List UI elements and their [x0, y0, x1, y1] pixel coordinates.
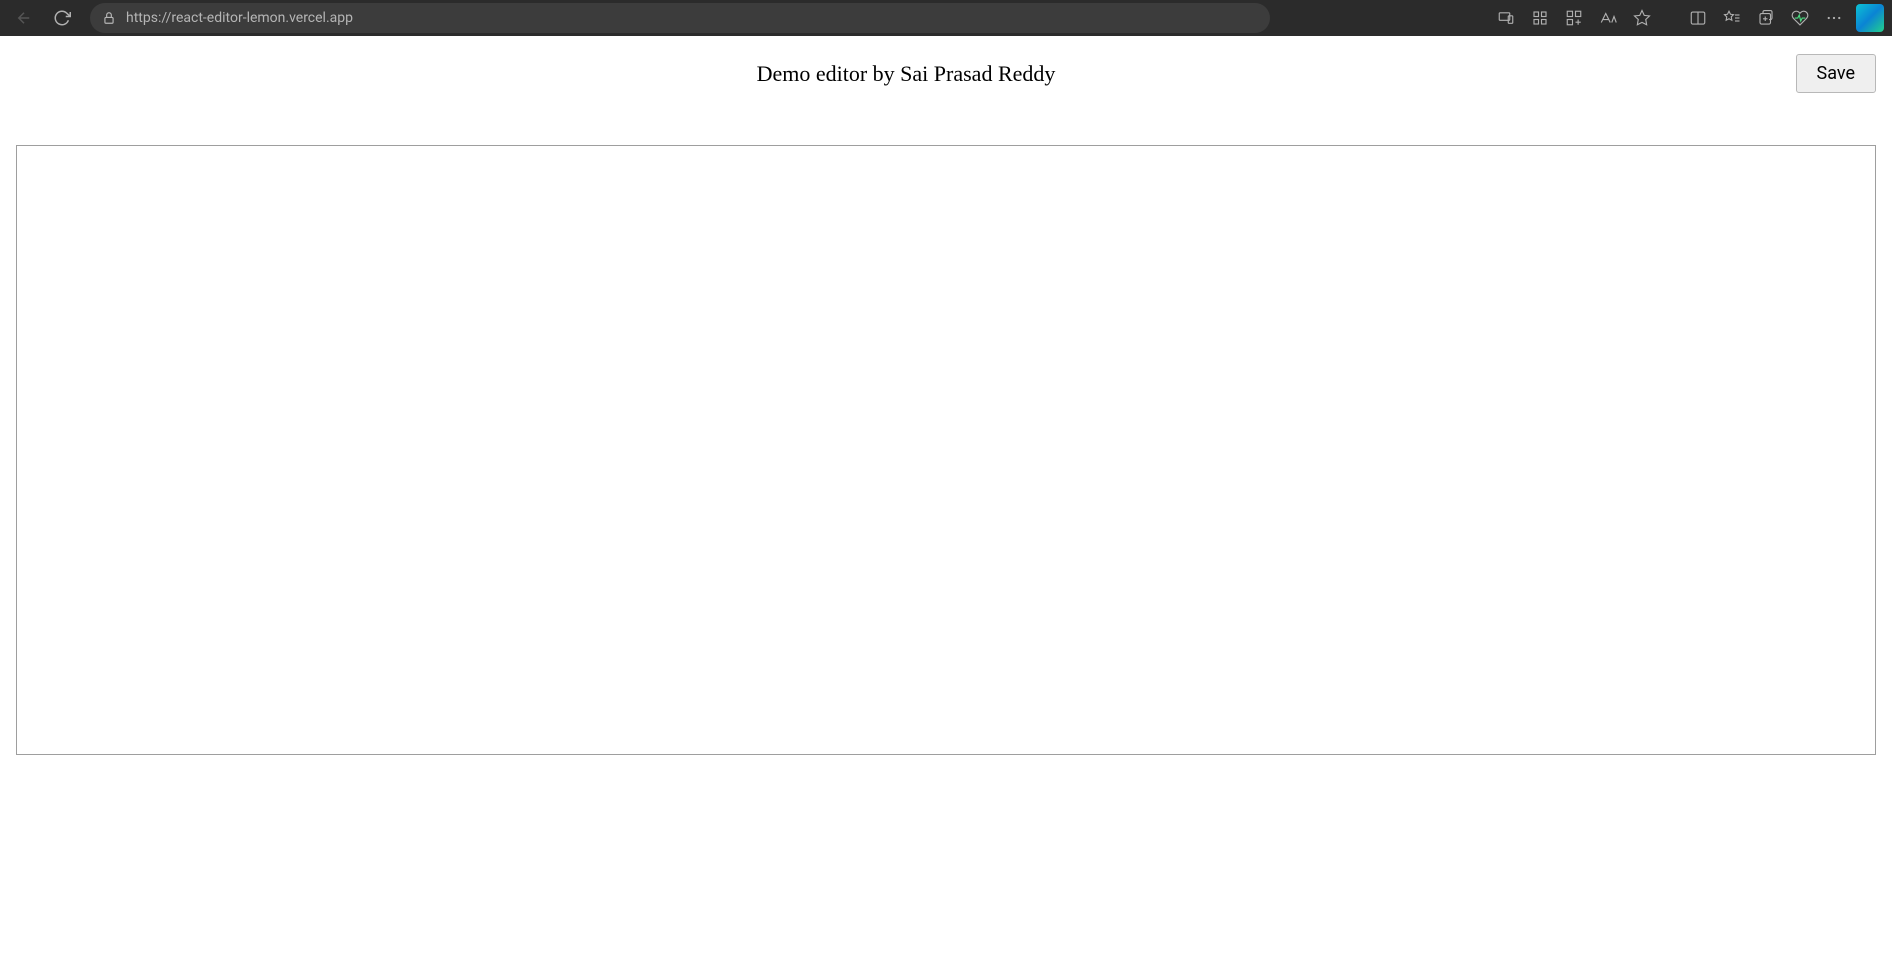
heartbeat-icon: [1791, 9, 1809, 27]
refresh-icon: [53, 9, 71, 27]
extensions-button[interactable]: [1558, 2, 1590, 34]
collections-button[interactable]: [1750, 2, 1782, 34]
edge-sidebar-button[interactable]: [1856, 4, 1884, 32]
favorite-button[interactable]: [1626, 2, 1658, 34]
text-size-icon: [1599, 9, 1617, 27]
header-row: Demo editor by Sai Prasad Reddy Save: [0, 36, 1892, 93]
device-button[interactable]: [1490, 2, 1522, 34]
favorites-list-button[interactable]: [1716, 2, 1748, 34]
star-list-icon: [1723, 9, 1741, 27]
star-icon: [1633, 9, 1651, 27]
qr-icon: [1531, 9, 1549, 27]
arrow-left-icon: [15, 9, 33, 27]
device-icon: [1497, 9, 1515, 27]
refresh-button[interactable]: [46, 2, 78, 34]
performance-button[interactable]: [1784, 2, 1816, 34]
split-screen-button[interactable]: [1682, 2, 1714, 34]
back-button[interactable]: [8, 2, 40, 34]
grid-plus-icon: [1565, 9, 1583, 27]
address-bar[interactable]: https://react-editor-lemon.vercel.app: [90, 3, 1270, 33]
split-icon: [1689, 9, 1707, 27]
editor-area[interactable]: [16, 145, 1876, 755]
save-button[interactable]: Save: [1796, 54, 1877, 93]
url-text: https://react-editor-lemon.vercel.app: [126, 10, 353, 26]
lock-icon: [102, 11, 116, 25]
page-title: Demo editor by Sai Prasad Reddy: [757, 61, 1056, 87]
page-content: Demo editor by Sai Prasad Reddy Save: [0, 36, 1892, 965]
browser-toolbar: https://react-editor-lemon.vercel.app: [0, 0, 1892, 36]
read-aloud-button[interactable]: [1592, 2, 1624, 34]
collections-icon: [1757, 9, 1775, 27]
toolbar-right: [1490, 2, 1884, 34]
qr-button[interactable]: [1524, 2, 1556, 34]
more-horizontal-icon: [1825, 9, 1843, 27]
more-button[interactable]: [1818, 2, 1850, 34]
